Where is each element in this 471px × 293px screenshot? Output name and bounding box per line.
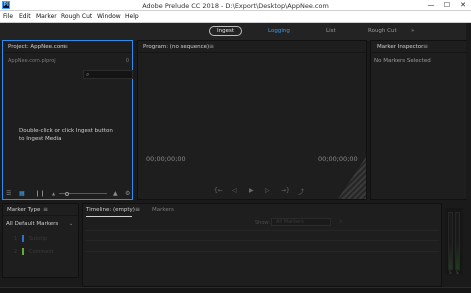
play-icon[interactable]: ▶ (249, 187, 254, 194)
tab-markers[interactable]: Markers (152, 207, 174, 213)
workspace-more-icon[interactable]: » (411, 28, 414, 34)
project-path: AppNee.com.plproj (8, 58, 56, 64)
menu-bar: File Edit Marker Rough Cut Window Help (0, 11, 471, 23)
workspace-ingest-button[interactable]: Ingest (209, 26, 243, 36)
audio-meter-right (455, 212, 460, 270)
minimize-button[interactable]: — (423, 0, 439, 11)
ingest-hint-text: Double-click or click Ingest button to I… (19, 128, 113, 142)
step-forward-icon[interactable]: ▷ (265, 187, 270, 194)
comment-color-swatch (22, 248, 24, 255)
duration-timecode: 00;00;00;00 (318, 155, 358, 163)
icon-view-icon[interactable]: ▦ (19, 190, 25, 197)
show-label: Show: (255, 220, 270, 226)
marker-type-subclip[interactable]: Subclip (29, 236, 47, 242)
panel-menu-icon[interactable]: ≡ (43, 206, 48, 213)
panel-divider (371, 52, 466, 53)
go-to-out-icon[interactable]: →} (281, 187, 290, 194)
maximize-button[interactable]: ☐ (439, 0, 455, 11)
project-panel: Project: AppNee.com ≡ AppNee.com.plproj … (2, 40, 133, 200)
search-icon[interactable]: ⌕ (339, 218, 342, 226)
menu-marker[interactable]: Marker (36, 13, 57, 20)
menu-rough-cut[interactable]: Rough Cut (61, 13, 92, 20)
project-panel-toolbar: ☰ ▦ ❙❙ ▲ ▲ ⚙ (3, 188, 132, 199)
solo-right-label[interactable]: S (456, 270, 459, 275)
timeline-panel (82, 203, 442, 287)
pause-icon[interactable]: ❙❙ (35, 190, 45, 197)
workspace-list-tab[interactable]: List (326, 28, 336, 34)
panel-divider (138, 52, 366, 53)
marker-type-comment[interactable]: Comment (29, 249, 54, 255)
menu-help[interactable]: Help (125, 13, 139, 20)
marker-filter-dropdown[interactable]: All Default Markers (6, 221, 58, 227)
workspace-rough-cut-tab[interactable]: Rough Cut (368, 28, 397, 34)
search-icon: ⌕ (86, 71, 90, 78)
chevron-down-icon[interactable]: ⌄ (69, 221, 73, 227)
workspace-logging-tab[interactable]: Logging (268, 28, 290, 34)
panel-divider (3, 52, 132, 53)
program-panel-title[interactable]: Program: (no sequence) (143, 44, 209, 50)
marker-type-title[interactable]: Marker Type (7, 207, 40, 213)
panel-menu-icon[interactable]: ≡ (63, 43, 68, 50)
window-title: Adobe Prelude CC 2018 - D:\Export\Deskto… (142, 2, 329, 10)
active-tab-indicator (86, 216, 132, 217)
subclip-color-swatch (22, 235, 24, 242)
panel-menu-icon[interactable]: ≡ (135, 206, 140, 213)
zoom-in-icon[interactable]: ▲ (113, 190, 118, 197)
current-timecode[interactable]: 00;00;00;00 (146, 155, 186, 163)
resize-grip-pattern (338, 157, 366, 199)
new-item-icon[interactable]: ⚙ (125, 190, 130, 197)
zoom-out-icon[interactable]: ▲ (52, 191, 55, 196)
timeline-track-line (85, 240, 439, 241)
step-back-icon[interactable]: ◁ (232, 187, 237, 194)
audio-meter-left (448, 212, 453, 270)
marker-type-key: 1 (14, 236, 18, 242)
zoom-slider-thumb[interactable] (65, 192, 69, 196)
audio-meter-panel: S S (446, 208, 463, 275)
panel-divider (3, 215, 78, 216)
menu-window[interactable]: Window (97, 13, 121, 20)
right-scrollbar[interactable] (466, 23, 471, 287)
no-markers-status: No Markers Selected (374, 58, 431, 64)
list-view-icon[interactable]: ☰ (6, 190, 11, 197)
go-to-in-icon[interactable]: {← (214, 187, 223, 194)
program-monitor-panel: Program: (no sequence) ≡ (137, 40, 367, 200)
item-count: 0 (125, 58, 129, 64)
title-bar: Pl Adobe Prelude CC 2018 - D:\Export\Des… (0, 0, 471, 11)
timeline-track-line (85, 230, 439, 231)
timeline-track-line (85, 251, 439, 252)
solo-left-label[interactable]: S (449, 270, 452, 275)
status-bar (0, 287, 471, 293)
panel-menu-icon[interactable]: ≡ (209, 43, 214, 50)
project-search-input[interactable]: ⌕ (83, 70, 133, 79)
marker-type-key: 2 (14, 249, 18, 255)
close-button[interactable]: ✕ (455, 0, 471, 11)
menu-edit[interactable]: Edit (19, 13, 31, 20)
project-panel-title[interactable]: Project: AppNee.com (8, 44, 66, 50)
marker-inspector-panel: Marker Inspector ≡ No Markers Selected (370, 40, 467, 200)
menu-file[interactable]: File (3, 13, 13, 20)
show-markers-dropdown[interactable]: All Markers (271, 218, 331, 226)
marker-inspector-title[interactable]: Marker Inspector (377, 44, 423, 50)
tab-timeline[interactable]: Timeline: (empty) (86, 207, 135, 213)
panel-menu-icon[interactable]: ≡ (423, 43, 428, 50)
export-frame-icon[interactable]: ⤴ (298, 187, 304, 196)
